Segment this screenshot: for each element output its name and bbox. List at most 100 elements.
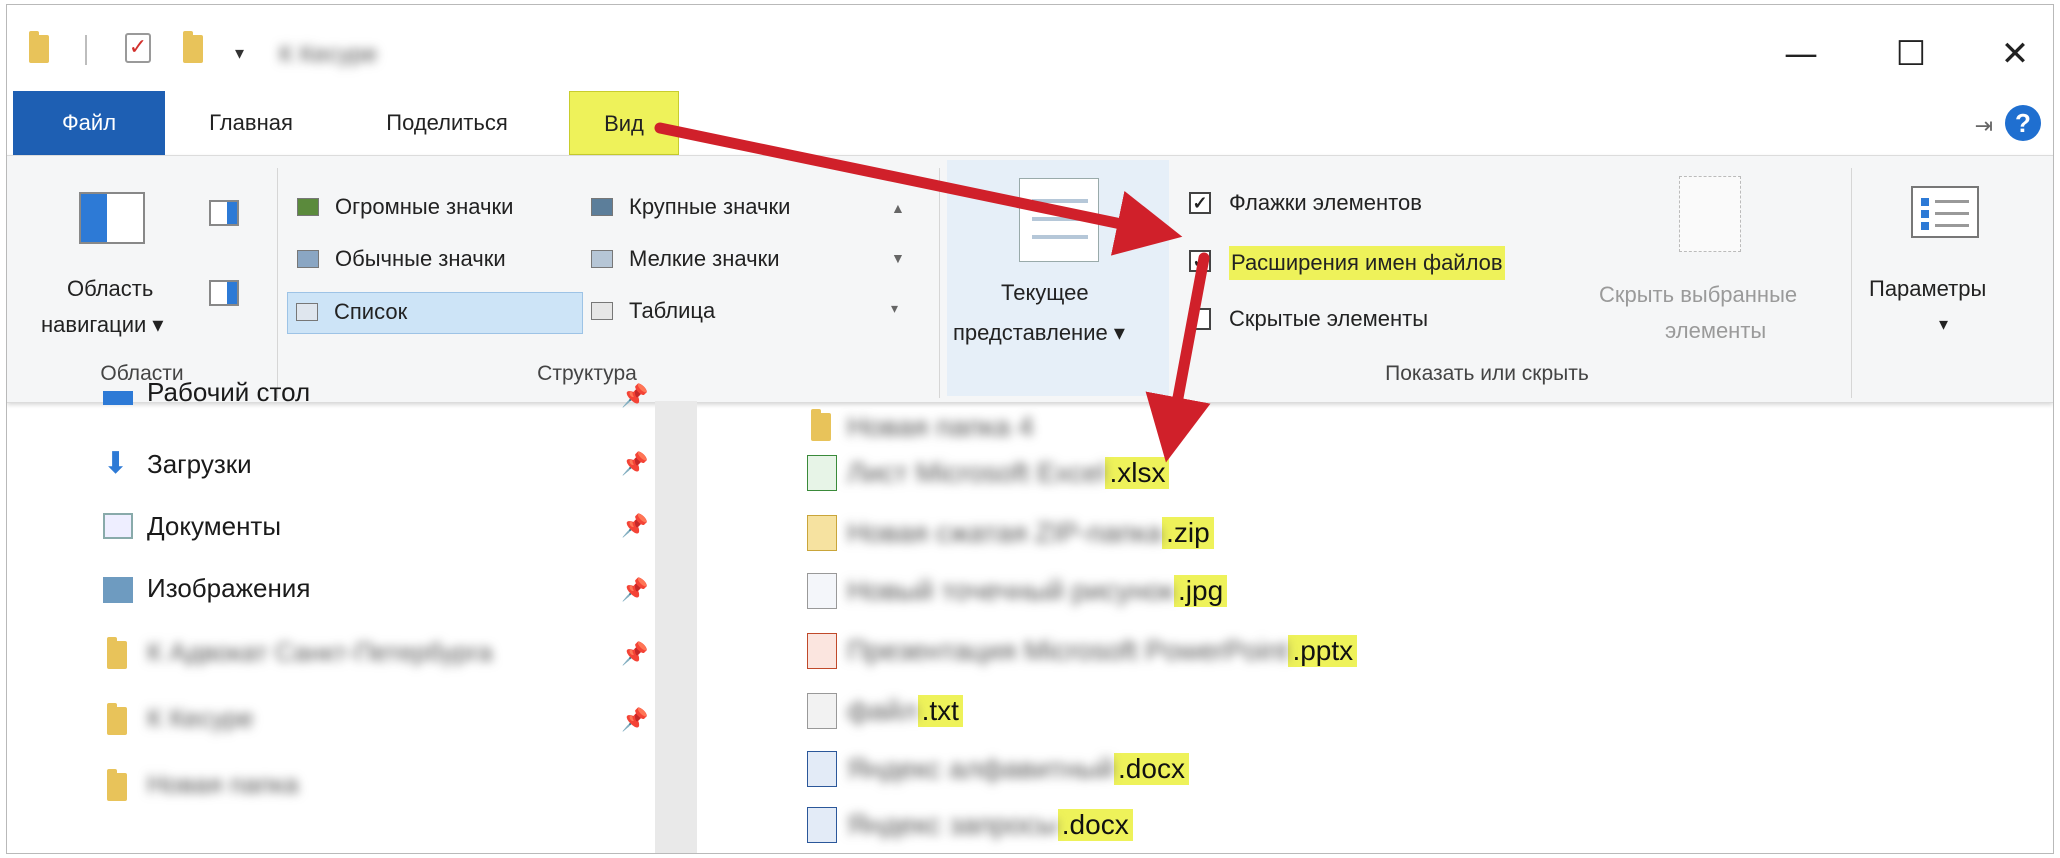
new-folder-icon[interactable] [183, 31, 203, 63]
layout-small-icons[interactable]: Мелкие значки [585, 240, 875, 282]
layout-label: Таблица [629, 298, 716, 323]
ribbon-panel: Область навигации ▾ Области Огромные зна… [7, 155, 2053, 403]
text-file-icon [807, 693, 837, 729]
current-view-label: Текущее [1001, 280, 1089, 305]
quick-access-dropdown[interactable]: ▾ [235, 43, 244, 64]
file-name: Яндекс запросы [847, 809, 1058, 840]
details-icon [591, 302, 613, 320]
explorer-window: ✓ ▾ К Кесуре — ☐ ✕ Файл Главная Поделить… [6, 4, 2054, 854]
separator [85, 35, 87, 65]
pin-icon[interactable]: 📌 [621, 383, 648, 409]
file-name: Презентация Microsoft PowerPoint [847, 635, 1289, 666]
divider [939, 168, 940, 398]
maximize-button[interactable]: ☐ [1881, 29, 1941, 79]
nav-pane-label-2: навигации ▾ [41, 312, 164, 337]
hidden-items-checkbox[interactable] [1189, 308, 1211, 330]
current-view-icon [1019, 178, 1099, 262]
word-icon [807, 807, 837, 843]
pin-icon[interactable]: 📌 [621, 707, 648, 733]
nav-item-label: Рабочий стол [147, 377, 311, 407]
list-icon [296, 303, 318, 321]
file-extension: .docx [1057, 809, 1133, 841]
layout-label: Мелкие значки [629, 246, 780, 271]
images-icon [103, 577, 133, 603]
pin-icon[interactable]: 📌 [621, 513, 648, 539]
file-name: файл [847, 695, 918, 726]
image-file-icon [807, 573, 837, 609]
preview-pane-icon[interactable] [209, 200, 239, 226]
close-button[interactable]: ✕ [1985, 29, 2045, 79]
layout-large-icons[interactable]: Крупные значки [585, 188, 875, 230]
layout-label: Огромные значки [335, 194, 514, 219]
layout-label: Обычные значки [335, 246, 506, 271]
file-extension: .xlsx [1105, 457, 1170, 489]
nav-item-label: Документы [147, 511, 282, 541]
folder-icon [811, 409, 831, 441]
file-extension: .docx [1114, 753, 1189, 785]
minimize-button[interactable]: — [1771, 29, 1831, 79]
properties-icon[interactable]: ✓ [125, 33, 151, 63]
folder-icon [107, 769, 127, 801]
group-structure-label: Структура [537, 362, 637, 385]
pane-splitter[interactable] [655, 401, 697, 853]
options-button[interactable]: Параметры ▾ [1859, 164, 2039, 364]
file-extensions-checkbox[interactable]: ✓ [1189, 250, 1211, 272]
pin-icon[interactable]: 📌 [621, 641, 648, 667]
layout-scroll-down[interactable]: ▼ [891, 250, 905, 266]
item-checkboxes-checkbox[interactable]: ✓ [1189, 192, 1211, 214]
current-view-label-2: представление ▾ [953, 320, 1125, 345]
window-title: К Кесуре [279, 41, 378, 68]
tab-view[interactable]: Вид [569, 91, 679, 155]
details-pane-icon[interactable] [209, 280, 239, 306]
nav-item-label: Новая папка [147, 769, 299, 799]
help-icon[interactable]: ? [2005, 105, 2041, 141]
folder-icon [107, 637, 127, 669]
tab-file[interactable]: Файл [13, 91, 165, 155]
nav-item-label: Загрузки [147, 449, 252, 479]
hidden-items-label: Скрытые элементы [1229, 306, 1429, 331]
divider [1851, 168, 1852, 398]
tab-share[interactable]: Поделиться [357, 91, 537, 155]
file-name: Новая папка 4 [847, 411, 1034, 442]
nav-item-label: К Адвокат Санкт-Петербурга [147, 637, 493, 667]
current-view-button[interactable]: Текущее представление ▾ [947, 160, 1169, 396]
hide-selected-button[interactable]: Скрыть выбранные элементы [1593, 164, 1833, 354]
hide-selected-label: Скрыть выбранные [1599, 282, 1798, 307]
layout-medium-icons[interactable]: Обычные значки [291, 240, 581, 282]
file-name: Лист Microsoft Excel [847, 457, 1106, 488]
small-icons-icon [591, 250, 613, 268]
title-bar: ✓ ▾ К Кесуре — ☐ ✕ [7, 5, 2053, 91]
hide-selected-icon [1679, 176, 1741, 252]
layout-huge-icons[interactable]: Огромные значки [291, 188, 581, 230]
file-extension: .jpg [1174, 575, 1228, 607]
pin-icon[interactable]: 📌 [621, 577, 648, 603]
file-extensions-label: Расширения имен файлов [1229, 246, 1505, 280]
nav-pane-label: Область [67, 276, 154, 301]
nav-item-label: Изображения [147, 573, 311, 603]
huge-icons-icon [297, 198, 319, 216]
layout-expand[interactable]: ▾ [891, 300, 898, 317]
documents-icon [103, 513, 133, 539]
group-show-hide-label: Показать или скрыть [1385, 362, 1589, 385]
layout-list[interactable]: Список [287, 292, 583, 334]
folder-icon [107, 703, 127, 735]
layout-details[interactable]: Таблица [585, 292, 875, 334]
file-extension: .zip [1162, 517, 1214, 549]
zip-icon [807, 515, 837, 551]
nav-pane-button[interactable]: Область навигации ▾ [27, 164, 197, 354]
divider [277, 168, 278, 398]
navigation-pane: Рабочий стол 📌 ⬇ Загрузки 📌 Документы 📌 … [7, 377, 655, 853]
options-caret: ▾ [1939, 314, 1949, 334]
options-label: Параметры [1869, 276, 1987, 301]
tab-home[interactable]: Главная [187, 91, 315, 155]
desktop-icon [103, 391, 133, 405]
pin-ribbon-icon[interactable]: ⇥ [1975, 113, 1993, 139]
excel-icon [807, 455, 837, 491]
hide-selected-label-2: элементы [1665, 318, 1767, 343]
nav-pane-icon [79, 192, 145, 244]
ribbon-tabs: Файл Главная Поделиться Вид ⇥ ? [7, 91, 2053, 155]
nav-item-label: К Кесуре [147, 703, 254, 733]
pin-icon[interactable]: 📌 [621, 451, 648, 477]
layout-scroll-up[interactable]: ▲ [891, 200, 905, 216]
layout-label: Крупные значки [629, 194, 791, 219]
